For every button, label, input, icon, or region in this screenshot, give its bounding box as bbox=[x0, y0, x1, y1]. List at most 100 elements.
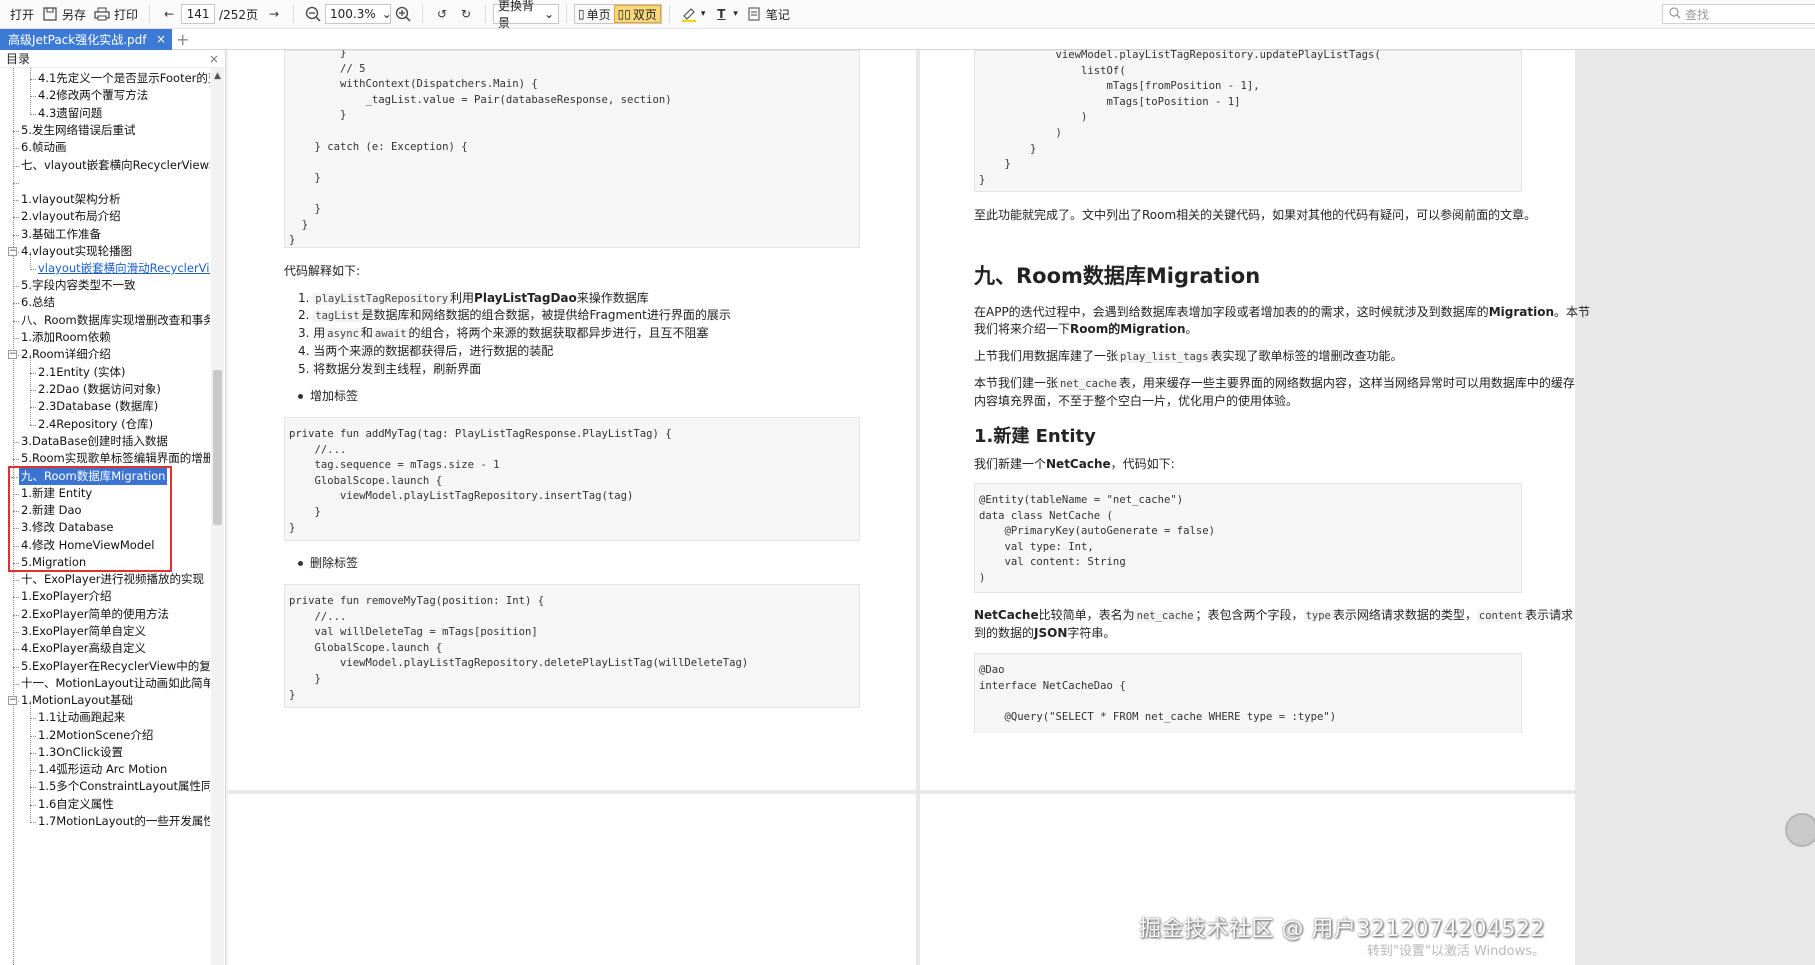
chevron-down-icon: ▾ bbox=[733, 9, 738, 19]
document-tab-title: 高级JetPack强化实战.pdf bbox=[8, 33, 147, 47]
outline-item[interactable]: 2.3Database (数据库) bbox=[38, 398, 158, 415]
tree-tick bbox=[13, 303, 19, 304]
outline-item[interactable]: 5.字段内容类型不一致 bbox=[21, 277, 135, 294]
outline-item[interactable]: 4.3遗留问题 bbox=[38, 105, 102, 122]
single-page-label: 单页 bbox=[586, 7, 611, 22]
tree-tick bbox=[30, 79, 36, 80]
para-text: ，代码如下: bbox=[1110, 457, 1175, 471]
outline-item[interactable]: 2.vlayout布局介绍 bbox=[21, 208, 121, 225]
outline-item[interactable]: 十、ExoPlayer进行视频播放的实现 bbox=[21, 571, 204, 588]
open-button[interactable]: 打开 bbox=[6, 3, 38, 25]
notes-button[interactable]: 笔记 bbox=[742, 3, 794, 25]
outline-sidebar: 目录 × 4.1先定义一个是否显示Footer的变量4.2修改两个覆写方法4.3… bbox=[0, 50, 226, 965]
paragraph-3: 本节我们建一张 net_cache 表，用来缓存一些主要界面的网络数据内容，这样当网… bbox=[974, 374, 1575, 393]
outline-item[interactable]: 1.3OnClick设置 bbox=[38, 744, 123, 761]
outline-item[interactable]: 1.ExoPlayer介绍 bbox=[21, 588, 112, 605]
page-number-input[interactable]: 141 bbox=[181, 4, 216, 24]
double-page-icon: ▯▯ bbox=[617, 7, 631, 21]
code-line: } bbox=[979, 158, 1011, 171]
tree-tick bbox=[13, 632, 19, 633]
outline-item[interactable]: 2.ExoPlayer简单的使用方法 bbox=[21, 606, 169, 623]
code-line: ) bbox=[979, 127, 1062, 139]
tree-tick bbox=[30, 373, 36, 374]
expand-toggle-icon[interactable]: − bbox=[8, 350, 17, 359]
document-tab[interactable]: 高级JetPack强化实战.pdf × bbox=[0, 29, 172, 50]
prev-page-button[interactable]: ← bbox=[157, 3, 181, 25]
outline-item[interactable]: 1.5多个ConstraintLayout属性同时动画 bbox=[38, 778, 210, 795]
zoom-out-button[interactable] bbox=[301, 3, 325, 25]
single-page-button[interactable]: ▯ 单页 bbox=[575, 5, 614, 23]
outline-item[interactable]: 2.4Repository (仓库) bbox=[38, 416, 153, 433]
outline-item[interactable]: 八、Room数据库实现增删改查和事务处理 bbox=[21, 312, 210, 329]
para-text: 到的数据的 bbox=[974, 626, 1035, 640]
tree-tick bbox=[13, 684, 19, 685]
zoom-select[interactable]: 100.3% ⌄ bbox=[325, 4, 392, 24]
explain-text: 用 bbox=[313, 326, 326, 340]
background-select[interactable]: 更换背景 ⌄ bbox=[493, 0, 559, 30]
code-line: @Query("SELECT * FROM net_cache WHERE ty… bbox=[979, 710, 1337, 723]
search-placeholder: 查找 bbox=[1685, 7, 1710, 22]
close-outline-icon[interactable]: × bbox=[209, 52, 219, 66]
rotate-right-button[interactable]: ↻ bbox=[454, 3, 478, 25]
outline-item[interactable]: 1.添加Room依赖 bbox=[21, 329, 111, 346]
save-as-button[interactable]: 另存 bbox=[38, 3, 90, 25]
outline-item[interactable]: 2.1Entity (实体) bbox=[38, 364, 126, 381]
close-tab-icon[interactable]: × bbox=[156, 32, 166, 46]
highlight-button[interactable]: ▾ bbox=[677, 3, 710, 25]
outline-item[interactable]: 4.2修改两个覆写方法 bbox=[38, 87, 148, 104]
print-button[interactable]: 打印 bbox=[90, 3, 142, 25]
rotate-left-button[interactable]: ↺ bbox=[430, 3, 454, 25]
outline-item[interactable]: vlayout嵌套横向滑动RecyclerView bbox=[38, 260, 210, 277]
background-label: 更换背景 bbox=[498, 0, 535, 30]
tree-tick bbox=[13, 286, 19, 287]
outline-item[interactable]: 1.1让动画跑起来 bbox=[38, 709, 125, 726]
page-mode-toggle: ▯ 单页 ▯▯ 双页 bbox=[574, 4, 662, 24]
rotate-left-icon: ↺ bbox=[436, 7, 448, 21]
zoom-in-button[interactable] bbox=[391, 3, 415, 25]
outline-item[interactable]: 2.2Dao (数据访问对象) bbox=[38, 381, 161, 398]
outline-item[interactable]: 七、vlayout嵌套横向RecyclerView和Banner bbox=[21, 157, 210, 174]
code-line: private fun removeMyTag(position: Int) { bbox=[289, 595, 545, 607]
outline-item[interactable]: 5.ExoPlayer在RecyclerView中的复用 bbox=[21, 658, 210, 675]
tree-tick bbox=[30, 407, 36, 408]
outline-item[interactable]: 5.Room实现歌单标签编辑界面的增删改查 bbox=[21, 450, 210, 467]
code-line: ) bbox=[979, 111, 1088, 124]
outline-item[interactable]: 2.Room详细介绍 bbox=[21, 346, 111, 363]
scroll-up-icon[interactable]: ▲ bbox=[213, 71, 222, 81]
text-button[interactable]: T ▾ bbox=[709, 3, 742, 25]
outline-item[interactable]: 3.基础工作准备 bbox=[21, 226, 101, 243]
outline-item[interactable]: 3.DataBase创建时插入数据 bbox=[21, 433, 168, 450]
outline-item[interactable]: 4.ExoPlayer高级自定义 bbox=[21, 640, 146, 657]
floating-action-button[interactable] bbox=[1785, 813, 1815, 847]
search-icon bbox=[1669, 6, 1681, 22]
code-block: viewModel.playListTagRepository.updatePl… bbox=[974, 50, 1522, 192]
outline-item[interactable]: 3.ExoPlayer简单自定义 bbox=[21, 623, 146, 640]
outline-item[interactable]: 4.vlayout实现轮播图 bbox=[21, 243, 132, 260]
outline-item[interactable]: 6.帧动画 bbox=[21, 139, 66, 156]
tree-branch-line bbox=[30, 68, 31, 113]
outline-item[interactable]: 1.MotionLayout基础 bbox=[21, 692, 133, 709]
search-box[interactable]: 查找 bbox=[1662, 4, 1815, 24]
paragraph-5: NetCache比较简单，表名为 net_cache ；表包含两个字段， type 表示… bbox=[974, 606, 1573, 625]
outline-item[interactable]: 1.2MotionScene介绍 bbox=[38, 727, 153, 744]
new-tab-button[interactable]: + bbox=[176, 30, 189, 49]
outline-item[interactable]: 4.1先定义一个是否显示Footer的变量 bbox=[38, 70, 210, 87]
outline-item[interactable]: 十一、MotionLayout让动画如此简单 bbox=[21, 675, 210, 692]
code-line: @Dao bbox=[979, 664, 1005, 676]
outline-item[interactable]: 1.6自定义属性 bbox=[38, 796, 114, 813]
outline-title: 目录 bbox=[6, 52, 31, 66]
outline-item[interactable]: 1.vlayout架构分析 bbox=[21, 191, 121, 208]
code-line: viewModel.playListTagRepository.deletePl… bbox=[289, 657, 749, 670]
outline-item[interactable]: 1.4弧形运动 Arc Motion bbox=[38, 761, 167, 778]
expand-toggle-icon[interactable]: − bbox=[8, 696, 17, 705]
outline-item[interactable]: 5.发生网络错误后重试 bbox=[21, 122, 135, 139]
printer-icon bbox=[94, 6, 110, 22]
outline-scrollbar[interactable]: ▲ bbox=[211, 68, 224, 965]
outline-item[interactable]: 1.7MotionLayout的一些开发属性 bbox=[38, 813, 210, 830]
expand-toggle-icon[interactable]: − bbox=[8, 247, 17, 256]
next-page-button[interactable]: → bbox=[262, 3, 286, 25]
windows-activation-notice: 转到"设置"以激活 Windows。 bbox=[1366, 944, 1545, 959]
outline-item[interactable]: 6.总结 bbox=[21, 294, 55, 311]
double-page-button[interactable]: ▯▯ 双页 bbox=[613, 5, 661, 23]
outline-scrollbar-thumb[interactable] bbox=[213, 370, 222, 525]
